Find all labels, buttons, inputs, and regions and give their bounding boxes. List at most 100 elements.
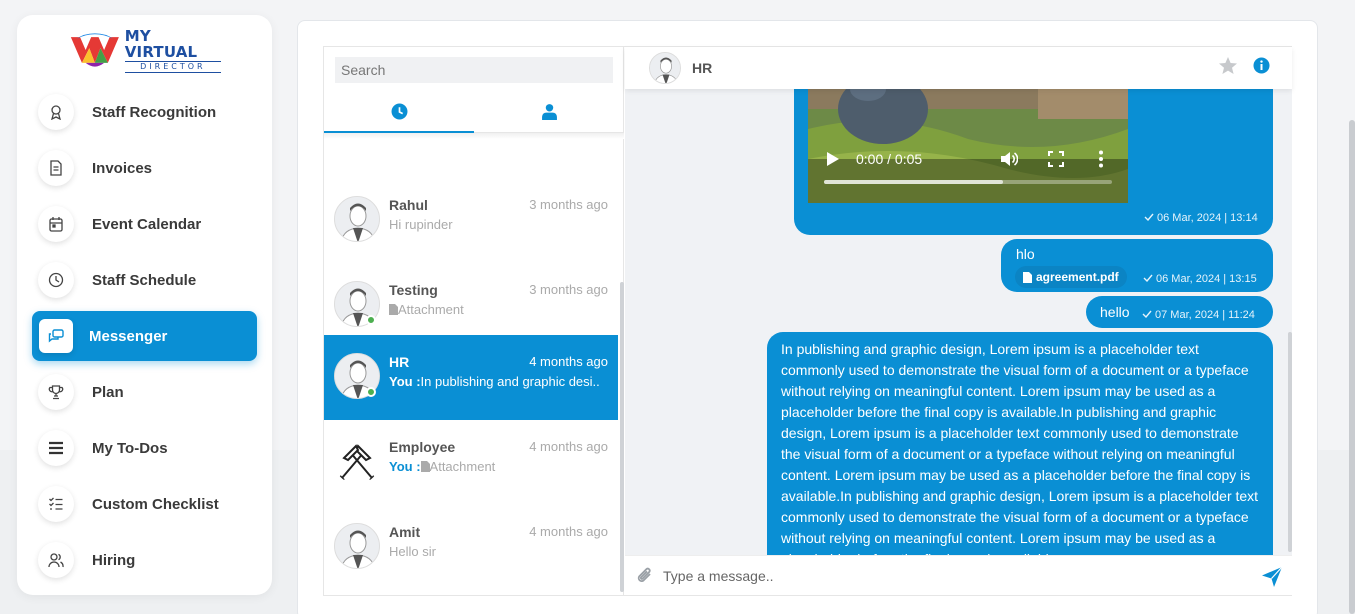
sidebar-item-label: Invoices bbox=[92, 159, 153, 177]
contacts-panel: Rahul 3 months ago Hi rupinder Testing 3… bbox=[324, 47, 624, 595]
you-prefix: You : bbox=[389, 459, 421, 474]
contact-preview: Hi rupinder bbox=[389, 217, 611, 232]
sidebar-item-custom-checklist[interactable]: Custom Checklist bbox=[32, 479, 257, 529]
message-bubble: In publishing and graphic design, Lorem … bbox=[767, 332, 1273, 555]
contact-time: 3 months ago bbox=[529, 197, 608, 212]
contact-item[interactable]: Rahul 3 months ago Hi rupinder bbox=[324, 178, 618, 263]
menu-lines-icon bbox=[38, 430, 74, 466]
brand-logo[interactable]: MY VIRTUAL DIRECTOR bbox=[69, 26, 221, 73]
contact-name: Testing bbox=[389, 282, 438, 298]
conversation-panel: HR 0:00 / 0:05 06 Mar, 2024 | 13:14 hlo … bbox=[625, 47, 1292, 595]
message-meta: 06 Mar, 2024 | 13:15 bbox=[1143, 273, 1257, 285]
video-player[interactable]: 0:00 / 0:05 bbox=[808, 89, 1128, 203]
logo-mark-icon bbox=[70, 33, 119, 67]
contact-item-active[interactable]: HR 4 months ago You :In publishing and g… bbox=[324, 335, 618, 420]
sidebar-item-staff-recognition[interactable]: Staff Recognition bbox=[32, 87, 257, 137]
star-icon[interactable] bbox=[1218, 56, 1238, 76]
online-indicator bbox=[366, 387, 376, 397]
conversation-title: HR bbox=[692, 60, 713, 76]
attachment-link[interactable]: agreement.pdf bbox=[1015, 266, 1127, 288]
tools-icon bbox=[339, 444, 375, 481]
tab-recent[interactable] bbox=[324, 91, 474, 133]
sidebar-item-label: Hiring bbox=[92, 551, 136, 569]
message-bubble: hlo agreement.pdf 06 Mar, 2024 | 13:15 bbox=[1001, 239, 1273, 292]
check-icon bbox=[1144, 213, 1154, 221]
play-icon[interactable] bbox=[826, 151, 840, 167]
video-progress-bar[interactable] bbox=[824, 180, 1112, 184]
page-scrollbar[interactable] bbox=[1349, 120, 1355, 614]
check-icon bbox=[1143, 274, 1153, 282]
user-avatar-icon bbox=[335, 524, 379, 568]
contact-item[interactable]: Employee 4 months ago You : Attachment bbox=[324, 420, 618, 505]
message-bubble: hello 07 Mar, 2024 | 11:24 bbox=[1086, 296, 1273, 328]
message-input[interactable] bbox=[663, 564, 1223, 588]
avatar bbox=[334, 438, 380, 484]
sidebar-item-label: Event Calendar bbox=[92, 215, 202, 233]
video-time: 0:00 / 0:05 bbox=[856, 151, 923, 167]
message-text: hello bbox=[1100, 304, 1130, 320]
preview-text: Hi rupinder bbox=[389, 217, 453, 232]
info-icon[interactable] bbox=[1253, 57, 1270, 74]
checklist-icon bbox=[38, 486, 74, 522]
paperclip-icon[interactable] bbox=[635, 566, 655, 586]
message-timestamp: 06 Mar, 2024 | 13:14 bbox=[1157, 212, 1258, 224]
contact-tabs bbox=[324, 91, 624, 133]
sidebar-item-hiring[interactable]: Hiring bbox=[32, 535, 257, 585]
preview-text: In publishing and graphic desi.. bbox=[420, 374, 600, 389]
video-progress-fill bbox=[824, 180, 1003, 184]
contacts-scrollbar[interactable] bbox=[620, 282, 624, 592]
contact-preview: You :In publishing and graphic desi.. bbox=[389, 374, 611, 389]
message-text: hlo bbox=[1016, 246, 1035, 262]
message-composer bbox=[625, 555, 1292, 595]
file-icon bbox=[389, 304, 398, 315]
avatar[interactable] bbox=[649, 52, 681, 84]
preview-text: Attachment bbox=[429, 459, 496, 474]
contact-time: 4 months ago bbox=[529, 439, 608, 454]
more-options-icon[interactable] bbox=[1098, 150, 1104, 168]
sidebar-item-messenger[interactable]: Messenger bbox=[32, 311, 257, 361]
user-avatar-icon bbox=[335, 197, 379, 241]
user-avatar-icon bbox=[650, 53, 680, 83]
contact-name: HR bbox=[389, 354, 410, 370]
you-prefix: You : bbox=[389, 374, 421, 389]
message-meta: 07 Mar, 2024 | 11:24 bbox=[1142, 309, 1255, 321]
avatar bbox=[334, 196, 380, 242]
divider bbox=[324, 133, 624, 139]
search-input[interactable] bbox=[335, 57, 613, 83]
fullscreen-icon[interactable] bbox=[1048, 151, 1064, 167]
sidebar-item-invoices[interactable]: Invoices bbox=[32, 143, 257, 193]
sidebar-item-label: My To-Dos bbox=[92, 439, 168, 457]
message-text: In publishing and graphic design, Lorem … bbox=[781, 341, 1259, 555]
sidebar-item-plan[interactable]: Plan bbox=[32, 367, 257, 417]
message-meta: 06 Mar, 2024 | 13:14 bbox=[1144, 212, 1258, 224]
send-icon[interactable] bbox=[1261, 566, 1283, 588]
message-list: 0:00 / 0:05 06 Mar, 2024 | 13:14 hlo agr… bbox=[625, 89, 1292, 555]
logo-subtext: DIRECTOR bbox=[124, 60, 221, 73]
sidebar: MY VIRTUAL DIRECTOR Staff Recognition In… bbox=[17, 15, 272, 595]
messenger: Rahul 3 months ago Hi rupinder Testing 3… bbox=[323, 46, 1292, 596]
preview-text: Hello sir bbox=[389, 544, 436, 559]
preview-text: Attachment bbox=[398, 302, 464, 317]
check-icon bbox=[1142, 310, 1152, 318]
sidebar-item-event-calendar[interactable]: Event Calendar bbox=[32, 199, 257, 249]
chat-icon bbox=[39, 319, 73, 353]
clock-icon bbox=[38, 262, 74, 298]
video-controls: 0:00 / 0:05 bbox=[808, 143, 1128, 203]
tab-contacts[interactable] bbox=[474, 91, 624, 133]
contact-name: Rahul bbox=[389, 197, 428, 213]
contact-preview: Attachment bbox=[389, 302, 611, 317]
contact-name: Employee bbox=[389, 439, 456, 455]
sidebar-item-my-todos[interactable]: My To-Dos bbox=[32, 423, 257, 473]
contact-item[interactable]: Amit 4 months ago Hello sir bbox=[324, 505, 618, 590]
avatar bbox=[334, 523, 380, 569]
logo-text: MY VIRTUAL bbox=[124, 26, 198, 61]
clock-icon bbox=[391, 103, 407, 119]
volume-icon[interactable] bbox=[1000, 150, 1018, 168]
messages-scrollbar[interactable] bbox=[1288, 332, 1292, 552]
sidebar-item-label: Staff Schedule bbox=[92, 271, 197, 289]
attachment-name: agreement.pdf bbox=[1036, 270, 1119, 284]
contact-time: 3 months ago bbox=[529, 282, 608, 297]
contact-name: Amit bbox=[389, 524, 421, 540]
sidebar-item-staff-schedule[interactable]: Staff Schedule bbox=[32, 255, 257, 305]
conversation-header: HR bbox=[625, 47, 1292, 89]
